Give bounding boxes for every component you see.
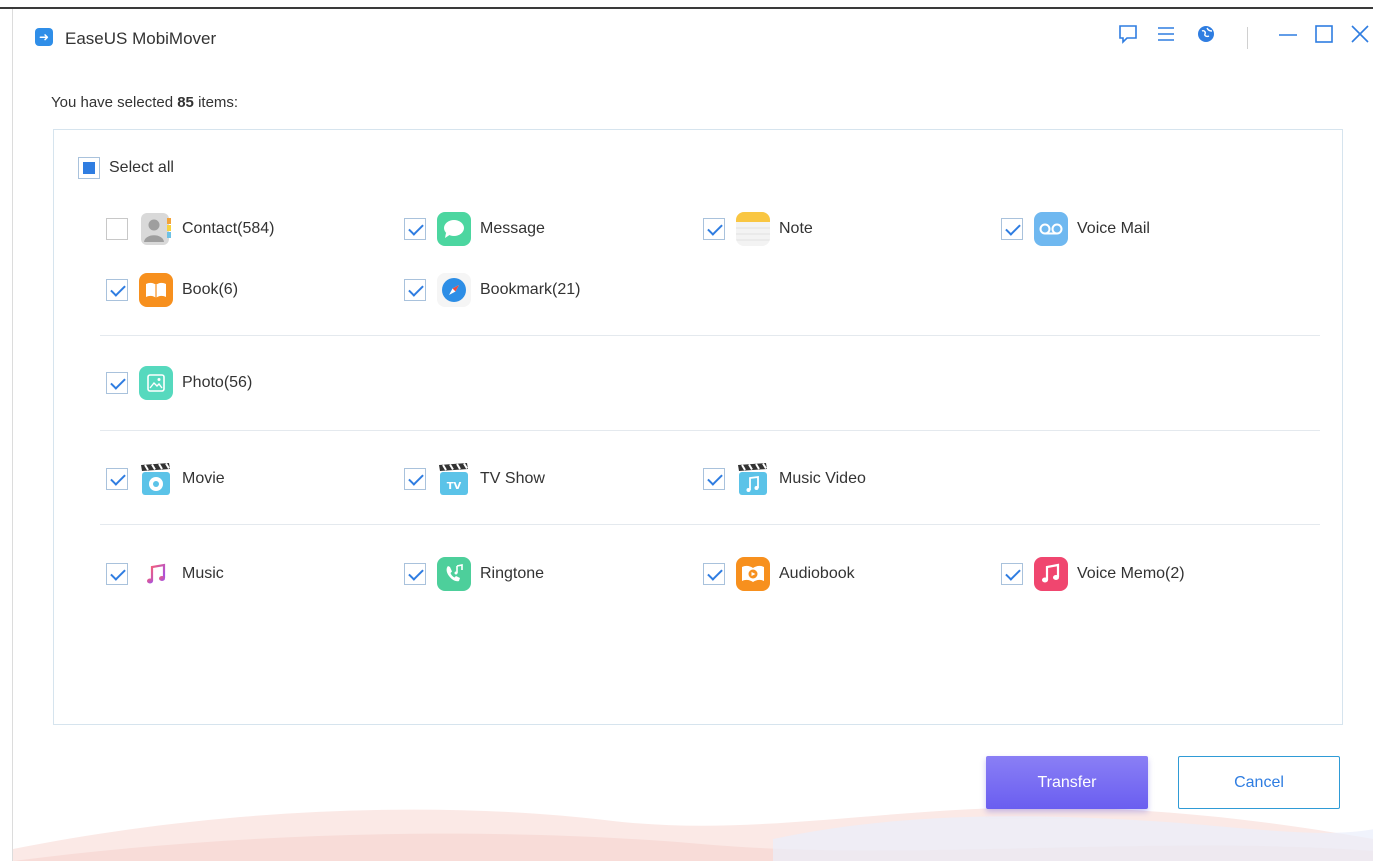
cancel-button[interactable]: Cancel [1178, 756, 1340, 809]
category-item-voice-memo[interactable]: Voice Memo(2) [1001, 557, 1185, 591]
bookmark-label: Bookmark(21) [480, 281, 581, 298]
transfer-button[interactable]: Transfer [986, 756, 1148, 809]
music-video-checkbox[interactable] [703, 468, 725, 490]
contact-label: Contact(584) [182, 220, 275, 237]
title-bar-separator [1247, 27, 1248, 49]
category-item-contact[interactable]: Contact(584) [106, 212, 275, 246]
app-title: EaseUS MobiMover [65, 29, 217, 48]
category-panel: Select all Contact(584) Message Note Voi… [53, 129, 1343, 725]
title-bar: ➜ EaseUS MobiMover [13, 9, 1373, 59]
section-divider [100, 430, 1320, 431]
movie-label: Movie [182, 470, 225, 487]
book-icon [139, 273, 173, 307]
app-window: ➜ EaseUS MobiMover You have selected 85 … [12, 9, 1373, 861]
tv-show-icon: TV [437, 462, 471, 496]
select-all-box[interactable] [78, 157, 100, 179]
screen-top-edge [0, 0, 1373, 9]
book-label: Book(6) [182, 281, 239, 298]
category-item-note[interactable]: Note [703, 212, 813, 246]
voice-memo-checkbox[interactable] [1001, 563, 1023, 585]
close-icon[interactable] [1345, 23, 1373, 53]
category-item-audiobook[interactable]: Audiobook [703, 557, 855, 591]
music-video-icon [736, 462, 770, 496]
tv-show-label: TV Show [480, 470, 545, 487]
note-icon [736, 212, 770, 246]
note-label: Note [779, 220, 813, 237]
menu-icon[interactable] [1151, 23, 1181, 53]
voice-memo-label: Voice Memo(2) [1077, 565, 1185, 582]
selected-suffix: items: [193, 94, 239, 111]
message-icon [437, 212, 471, 246]
music-label: Music [182, 565, 224, 582]
category-item-photo[interactable]: Photo(56) [106, 366, 252, 400]
voice-mail-checkbox[interactable] [1001, 218, 1023, 240]
book-checkbox[interactable] [106, 279, 128, 301]
category-item-message[interactable]: Message [404, 212, 545, 246]
category-item-bookmark[interactable]: Bookmark(21) [404, 273, 580, 307]
music-video-label: Music Video [779, 470, 866, 487]
minimize-icon[interactable] [1273, 23, 1303, 53]
music-checkbox[interactable] [106, 563, 128, 585]
photo-label: Photo(56) [182, 374, 253, 391]
photo-checkbox[interactable] [106, 372, 128, 394]
select-all-checkbox[interactable]: Select all [78, 156, 174, 180]
contact-icon [139, 212, 173, 246]
audiobook-label: Audiobook [779, 565, 855, 582]
voice-mail-label: Voice Mail [1077, 220, 1150, 237]
bookmark-icon [437, 273, 471, 307]
category-item-tv-show[interactable]: TV TV Show [404, 462, 545, 496]
app-logo-icon: ➜ [35, 28, 53, 46]
note-checkbox[interactable] [703, 218, 725, 240]
section-divider [100, 335, 1320, 336]
music-icon [139, 557, 173, 591]
voicemail-icon [1034, 212, 1068, 246]
select-all-label: Select all [109, 159, 174, 176]
message-checkbox[interactable] [404, 218, 426, 240]
voice-memo-icon [1034, 557, 1068, 591]
category-item-voice-mail[interactable]: Voice Mail [1001, 212, 1150, 246]
selected-count-text: You have selected 85 items: [51, 94, 238, 111]
message-label: Message [480, 220, 545, 237]
audiobook-checkbox[interactable] [703, 563, 725, 585]
movie-checkbox[interactable] [106, 468, 128, 490]
ringtone-checkbox[interactable] [404, 563, 426, 585]
category-item-music[interactable]: Music [106, 557, 224, 591]
ringtone-icon [437, 557, 471, 591]
tv-show-checkbox[interactable] [404, 468, 426, 490]
category-item-book[interactable]: Book(6) [106, 273, 238, 307]
maximize-icon[interactable] [1309, 23, 1339, 53]
ringtone-label: Ringtone [480, 565, 545, 582]
category-item-music-video[interactable]: Music Video [703, 462, 866, 496]
photo-icon [139, 366, 173, 400]
movie-icon [139, 462, 173, 496]
category-item-movie[interactable]: Movie [106, 462, 225, 496]
language-globe-icon[interactable] [1191, 23, 1221, 53]
bookmark-checkbox[interactable] [404, 279, 426, 301]
title-bar-controls [1113, 23, 1373, 53]
selected-prefix: You have selected [51, 94, 178, 111]
audiobook-icon [736, 557, 770, 591]
contact-checkbox[interactable] [106, 218, 128, 240]
svg-text:TV: TV [447, 481, 462, 492]
section-divider [100, 524, 1320, 525]
selected-count: 85 [177, 94, 194, 111]
feedback-icon[interactable] [1113, 23, 1143, 53]
category-item-ringtone[interactable]: Ringtone [404, 557, 544, 591]
